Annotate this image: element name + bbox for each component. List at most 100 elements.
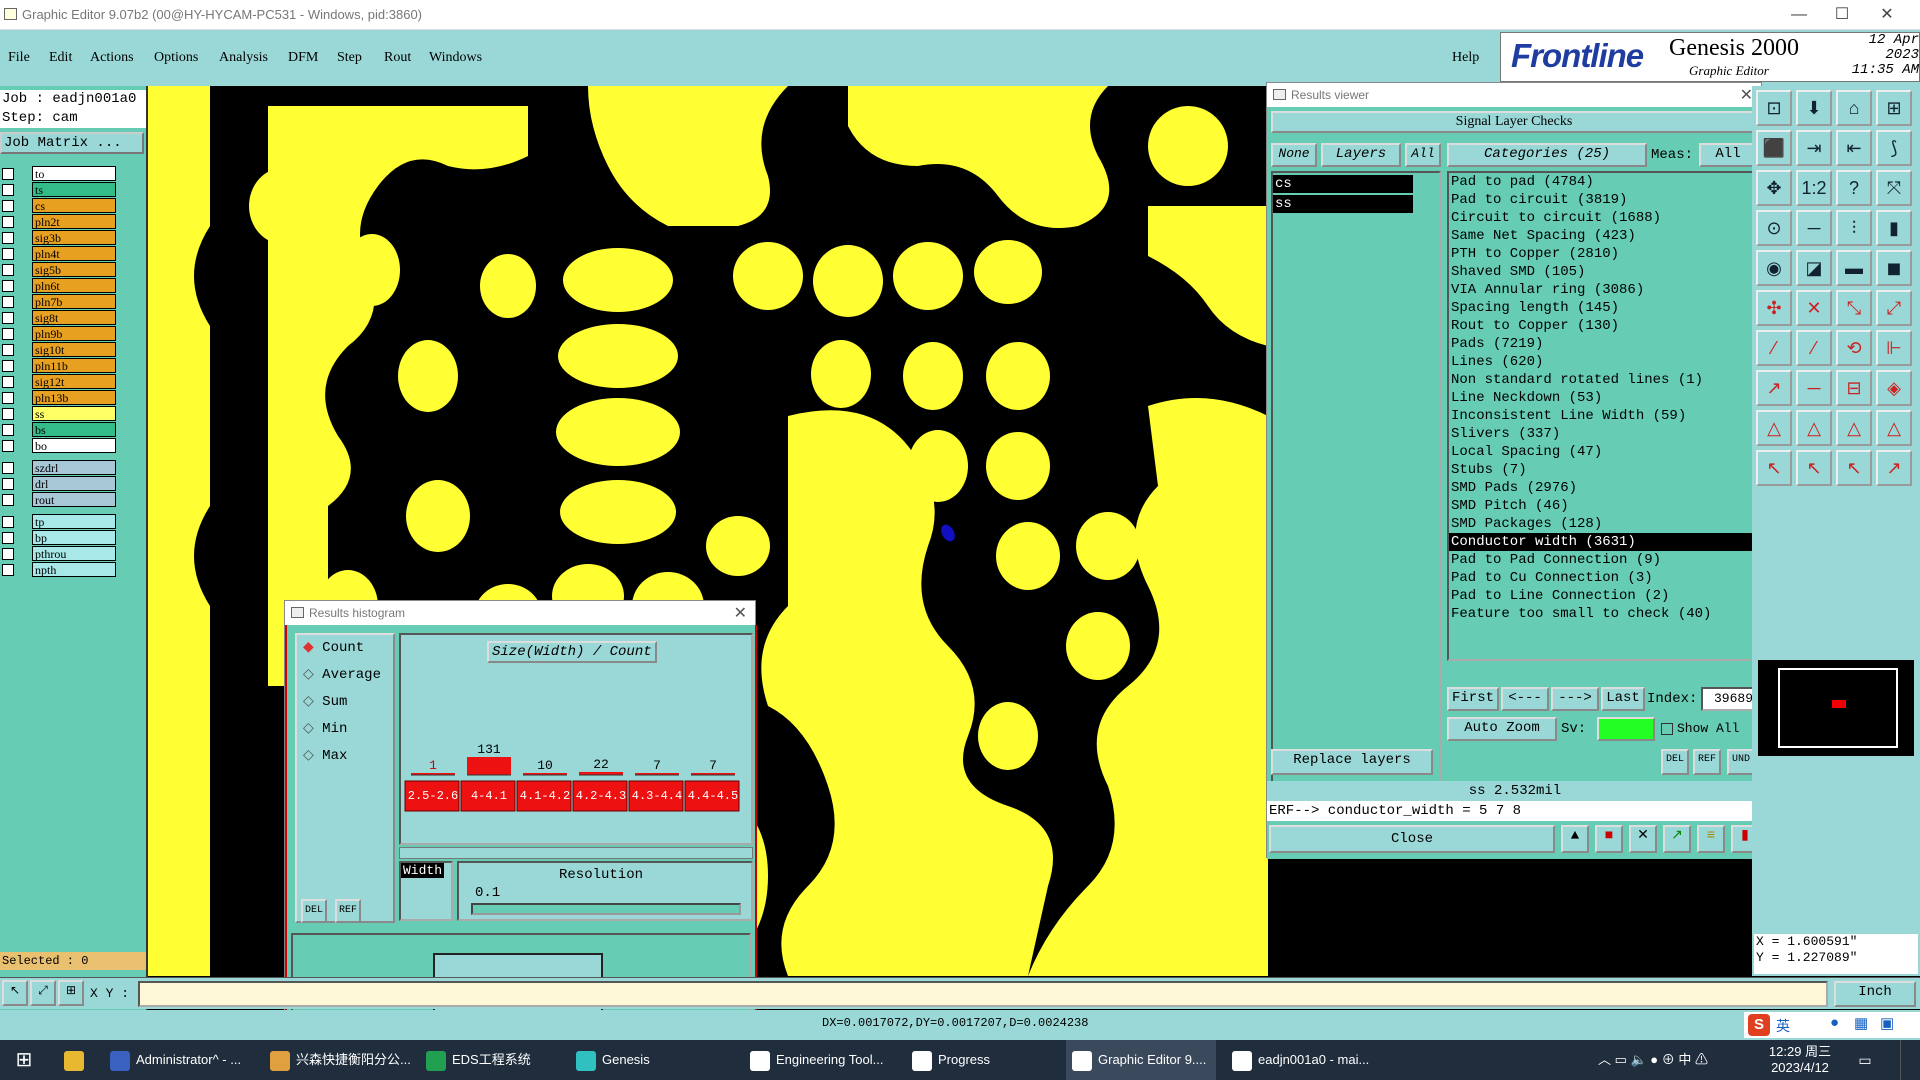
layer-checkbox[interactable] [2, 424, 14, 436]
toolbar-tool-icon[interactable]: ─ [1796, 370, 1832, 406]
close-results-button[interactable]: Close [1269, 825, 1555, 853]
prev-button[interactable]: <--- [1501, 687, 1549, 711]
menu-step[interactable]: Step [337, 50, 362, 66]
grid-tool-icon[interactable]: ⊞ [58, 980, 84, 1006]
result-layer-item[interactable]: ss [1273, 195, 1413, 213]
toolbar-tool-icon[interactable]: 1:2 [1796, 170, 1832, 206]
layer-checkbox[interactable] [2, 168, 14, 180]
toolbar-tool-icon[interactable]: ⇤ [1836, 130, 1872, 166]
auto-zoom-select[interactable]: Auto Zoom [1447, 717, 1557, 741]
mic-icon[interactable]: ● [1830, 1014, 1839, 1031]
category-item[interactable]: Pad to Pad Connection (9) [1449, 551, 1755, 569]
filter-icon[interactable]: ▲ [1561, 825, 1589, 853]
toolbar-tool-icon[interactable]: ▮ [1876, 210, 1912, 246]
layer-row[interactable]: sig5b [0, 262, 118, 277]
toolbar-tool-icon[interactable]: ─ [1796, 210, 1832, 246]
layer-name[interactable]: npth [32, 562, 116, 577]
export-icon[interactable]: ↗ [1663, 825, 1691, 853]
layer-name[interactable]: pln2t [32, 214, 116, 229]
keyboard-icon[interactable]: ▦ [1854, 1014, 1868, 1032]
layer-row[interactable]: ts [0, 182, 118, 197]
last-button[interactable]: Last [1601, 687, 1645, 711]
toolbox-icon[interactable]: ▣ [1880, 1014, 1894, 1032]
mode-radio-sum[interactable]: ◇ Sum [297, 689, 393, 716]
zoom-tool-icon[interactable]: ⤢ [30, 980, 56, 1006]
toolbar-tool-icon[interactable]: ◉ [1756, 250, 1792, 286]
layer-row[interactable]: tp [0, 514, 118, 529]
categories-button[interactable]: Categories (25) [1447, 143, 1647, 167]
toolbar-tool-icon[interactable]: ⁄ [1796, 330, 1832, 366]
layer-checkbox[interactable] [2, 200, 14, 212]
layer-checkbox[interactable] [2, 548, 14, 560]
layer-row[interactable]: szdrl [0, 460, 118, 475]
toolbar-tool-icon[interactable]: ⊙ [1756, 210, 1792, 246]
toolbar-tool-icon[interactable]: ⊡ [1756, 90, 1792, 126]
viewer-ref-button[interactable]: REF [1693, 749, 1721, 775]
notification-icon[interactable]: ▭ [1850, 1040, 1880, 1080]
taskbar-item[interactable]: Administrator^ - ... [104, 1040, 254, 1080]
layer-name[interactable]: szdrl [32, 460, 116, 475]
layer-row[interactable]: pln11b [0, 358, 118, 373]
layer-row[interactable]: sig8t [0, 310, 118, 325]
layer-name[interactable]: pln11b [32, 358, 116, 373]
toolbar-tool-icon[interactable]: ⬇ [1796, 90, 1832, 126]
toolbar-tool-icon[interactable]: ⬛ [1756, 130, 1792, 166]
histogram-close-icon[interactable]: ✕ [734, 603, 747, 623]
toolbar-tool-icon[interactable]: ◼ [1876, 250, 1912, 286]
ime-chinese[interactable]: 中 [1678, 1052, 1691, 1067]
menu-edit[interactable]: Edit [49, 50, 72, 66]
category-item[interactable]: Line Neckdown (53) [1449, 389, 1755, 407]
exclude-icon[interactable]: ✕ [1629, 825, 1657, 853]
histogram-titlebar[interactable]: Results histogram ✕ [285, 601, 755, 625]
category-item[interactable]: Pad to circuit (3819) [1449, 191, 1755, 209]
toolbar-tool-icon[interactable]: ◈ [1876, 370, 1912, 406]
layer-name[interactable]: to [32, 166, 116, 181]
layer-checkbox[interactable] [2, 296, 14, 308]
category-item[interactable]: SMD Pitch (46) [1449, 497, 1755, 515]
layer-row[interactable]: pthrou [0, 546, 118, 561]
layer-row[interactable]: cs [0, 198, 118, 213]
resolution-slider[interactable] [471, 903, 741, 915]
toolbar-tool-icon[interactable]: ⊩ [1876, 330, 1912, 366]
toolbar-tool-icon[interactable]: ⤢ [1876, 290, 1912, 326]
category-item[interactable]: Shaved SMD (105) [1449, 263, 1755, 281]
layer-name[interactable]: drl [32, 476, 116, 491]
toolbar-tool-icon[interactable]: ⟆ [1876, 130, 1912, 166]
category-item[interactable]: VIA Annular ring (3086) [1449, 281, 1755, 299]
category-item[interactable]: Pad to Line Connection (2) [1449, 587, 1755, 605]
menu-rout[interactable]: Rout [384, 50, 411, 66]
category-item[interactable]: Stubs (7) [1449, 461, 1755, 479]
layer-checkbox[interactable] [2, 462, 14, 474]
minimize-button[interactable]: — [1787, 3, 1811, 27]
layer-row[interactable]: rout [0, 492, 118, 507]
show-all-checkbox[interactable] [1661, 723, 1673, 735]
mode-radio-count[interactable]: ◆ Count [297, 635, 393, 662]
layer-checkbox[interactable] [2, 376, 14, 388]
layer-results-list[interactable]: cs ss [1271, 171, 1441, 801]
category-item[interactable]: Conductor width (3631) [1449, 533, 1755, 551]
layer-name[interactable]: sig8t [32, 310, 116, 325]
overview-map[interactable] [1756, 658, 1916, 758]
toolbar-tool-icon[interactable]: ⁄ [1756, 330, 1792, 366]
category-item[interactable]: SMD Pads (2976) [1449, 479, 1755, 497]
layer-checkbox[interactable] [2, 532, 14, 544]
category-item[interactable]: Same Net Spacing (423) [1449, 227, 1755, 245]
toolbar-tool-icon[interactable]: ↗ [1756, 370, 1792, 406]
taskbar-item[interactable]: eadjn001a0 - mai... [1226, 1040, 1376, 1080]
layer-checkbox[interactable] [2, 248, 14, 260]
layer-name[interactable]: pthrou [32, 546, 116, 561]
layer-checkbox[interactable] [2, 280, 14, 292]
layer-name[interactable]: pln13b [32, 390, 116, 405]
window-titlebar[interactable]: Graphic Editor 9.07b2 (00@HY-HYCAM-PC531… [0, 0, 1920, 30]
layer-name[interactable]: ts [32, 182, 116, 197]
clock[interactable]: 12:29 周三 2023/4/12 [1760, 1040, 1840, 1080]
replace-layers-select[interactable]: Replace layers [1271, 749, 1433, 775]
viewer-und-button[interactable]: UND [1727, 749, 1755, 775]
file-explorer-icon[interactable] [56, 1040, 96, 1080]
layer-checkbox[interactable] [2, 216, 14, 228]
category-item[interactable]: SMD Packages (128) [1449, 515, 1755, 533]
layer-name[interactable]: pln4t [32, 246, 116, 261]
taskbar-item[interactable]: 兴森快捷衡阳分公... [264, 1040, 414, 1080]
result-layer-item[interactable]: cs [1273, 175, 1413, 193]
mode-radio-min[interactable]: ◇ Min [297, 716, 393, 743]
